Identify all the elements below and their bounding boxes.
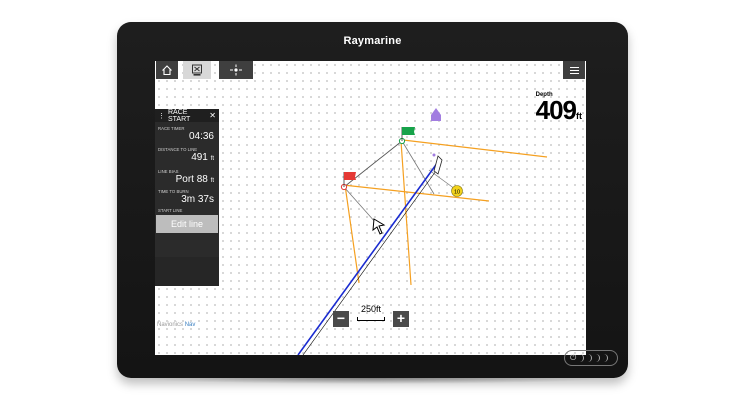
scale-bar (357, 317, 385, 321)
depth-unit: ft (576, 111, 582, 121)
cursor-icon (372, 218, 386, 235)
depth-readout[interactable]: Depth 409ft (536, 92, 582, 128)
button-arc-2 (587, 354, 593, 362)
layline-vertical-right (400, 140, 412, 286)
go-to-button[interactable] (219, 61, 253, 79)
layline-vertical-left (344, 184, 360, 284)
boat-flag-icon[interactable] (402, 127, 415, 135)
start-line (343, 140, 403, 188)
course-line (297, 161, 439, 355)
waypoint-button[interactable] (183, 61, 211, 79)
line-bias-value: Port 88 ft (175, 174, 214, 185)
navionics-logo: Navionics Nav (157, 322, 196, 328)
menu-button[interactable] (563, 61, 585, 79)
chartplotter-device: Raymarine 10 ⋮ RACE START ✕ RACE TIMER 0… (117, 22, 628, 378)
pin-flag-icon[interactable] (344, 172, 356, 180)
race-panel-footer (155, 257, 219, 286)
more-options-icon[interactable]: ⋮ (158, 112, 165, 120)
time-to-burn-value: 3m 37s (181, 194, 214, 205)
hamburger-icon (569, 66, 579, 74)
home-icon (162, 65, 172, 76)
distance-to-line-value: 491 ft (191, 152, 214, 163)
target-icon[interactable] (431, 108, 441, 121)
vessel-icon[interactable] (433, 155, 443, 175)
waypoint-mark-icon (192, 64, 202, 76)
button-arc-4 (603, 354, 609, 362)
start-line-label: START LINE (158, 208, 183, 213)
pin-to-boat-line (343, 186, 377, 224)
waypoint-bearing-line (428, 169, 456, 190)
chart-screen[interactable]: 10 ⋮ RACE START ✕ RACE TIMER 04:36 DISTA… (155, 61, 586, 355)
depth-value: 409ft (535, 95, 582, 125)
race-start-panel: ⋮ RACE START ✕ RACE TIMER 04:36 DISTANCE… (155, 109, 219, 286)
home-button[interactable] (156, 61, 178, 79)
brand-logo: Raymarine (343, 35, 402, 47)
zoom-in-button[interactable]: + (393, 311, 409, 327)
zoom-out-button[interactable]: − (333, 311, 349, 327)
waypoint-label: 10 (454, 190, 460, 196)
boat-to-line-line (401, 140, 435, 195)
button-arc-1 (579, 354, 585, 362)
crosshair-icon (230, 64, 242, 76)
power-button[interactable]: ⏻ (564, 350, 618, 366)
layline-top (402, 139, 548, 158)
close-icon[interactable]: ✕ (209, 111, 216, 120)
power-icon: ⏻ (570, 353, 577, 362)
heading-line (302, 163, 442, 355)
vessel-target-dot (432, 153, 436, 157)
edit-line-button[interactable]: Edit line (156, 215, 218, 233)
race-panel-header: ⋮ RACE START ✕ (155, 108, 219, 123)
race-panel-title: RACE START (168, 108, 191, 123)
button-arc-3 (595, 354, 601, 362)
race-timer-value: 04:36 (188, 131, 214, 142)
scale-label: 250ft (360, 304, 382, 314)
